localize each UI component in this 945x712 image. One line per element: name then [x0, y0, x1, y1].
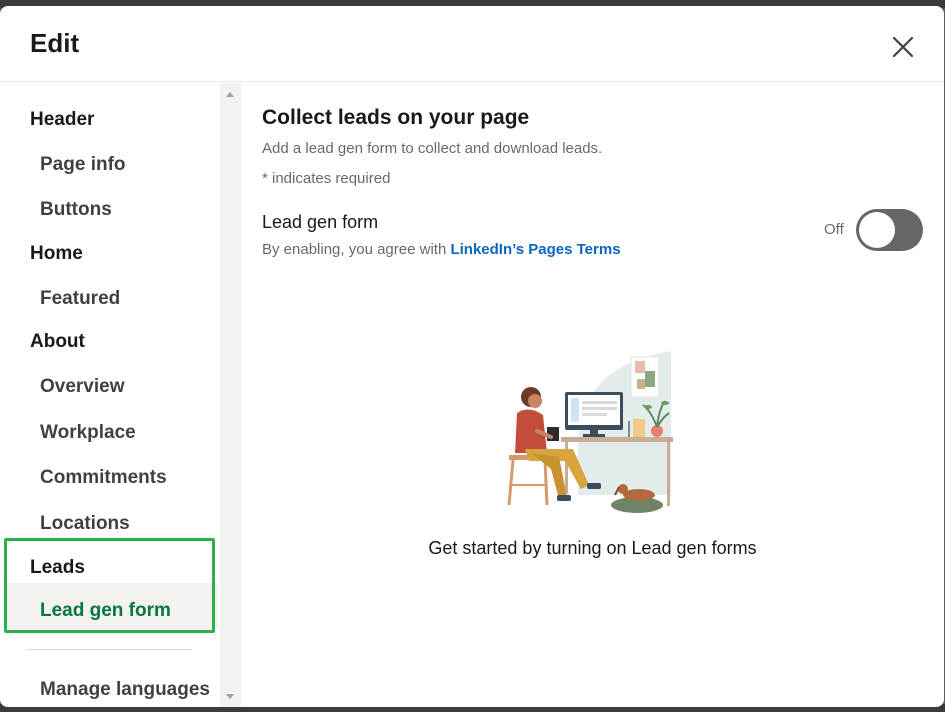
edit-modal: Edit Header Page info Buttons Home Featu… [0, 6, 944, 707]
sidebar-scrollbar[interactable] [220, 83, 241, 707]
lead-gen-toggle[interactable] [856, 209, 923, 251]
nav-item-overview[interactable]: Overview [40, 376, 125, 398]
scroll-up-icon[interactable] [226, 92, 234, 97]
nav-item-commitments[interactable]: Commitments [40, 467, 167, 489]
modal-title: Edit [30, 28, 80, 58]
empty-state-message: Get started by turning on Lead gen forms [428, 538, 757, 558]
nav-item-buttons[interactable]: Buttons [40, 199, 112, 221]
highlight-annotation [4, 538, 215, 633]
pages-terms-link[interactable]: LinkedIn’s Pages Terms [450, 241, 620, 258]
person-at-desk-illustration [507, 351, 673, 513]
toggle-knob [859, 212, 895, 248]
nav-item-locations[interactable]: Locations [40, 513, 130, 535]
close-button[interactable] [884, 28, 922, 66]
main-content: Collect leads on your page Add a lead ge… [241, 83, 944, 707]
toggle-state-label: Off [824, 221, 844, 238]
nav-item-featured[interactable]: Featured [40, 288, 120, 310]
nav-section-about[interactable]: About [30, 331, 85, 353]
manage-languages-link[interactable]: Manage languages [40, 679, 210, 701]
scroll-down-icon[interactable] [226, 694, 234, 699]
terms-prefix: By enabling, you agree with [262, 241, 447, 258]
close-icon [892, 36, 914, 58]
required-note: * indicates required [262, 170, 391, 187]
nav-item-workplace[interactable]: Workplace [40, 422, 136, 444]
lead-gen-form-description: By enabling, you agree with LinkedIn’s P… [262, 241, 621, 258]
section-title: Collect leads on your page [262, 106, 530, 129]
nav-section-home[interactable]: Home [30, 243, 83, 265]
modal-header: Edit [0, 6, 944, 82]
nav-item-page-info[interactable]: Page info [40, 154, 126, 176]
nav-section-header[interactable]: Header [30, 109, 94, 131]
lead-gen-form-label: Lead gen form [262, 212, 379, 232]
section-subtitle: Add a lead gen form to collect and downl… [262, 140, 603, 157]
sidebar-divider [26, 649, 192, 650]
sidebar-nav: Header Page info Buttons Home Featured A… [0, 83, 220, 707]
